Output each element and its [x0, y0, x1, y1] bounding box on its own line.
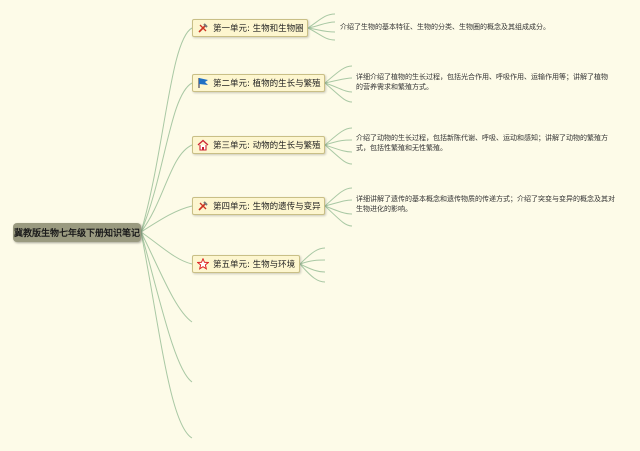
unit-4-label: 第四单元: 生物的遗传与变异 [213, 202, 321, 212]
branch-unit-2 [140, 82, 193, 233]
unit-1-description: 介绍了生物的基本特征、生物的分类、生物圈的概念及其组成成分。 [340, 23, 550, 31]
flag-icon [197, 77, 209, 89]
branch-unit-1 [140, 27, 193, 233]
unit-5-label: 第五单元: 生物与环境 [213, 260, 296, 270]
branch-empty-1 [140, 231, 193, 323]
unit-3-description: 介绍了动物的生长过程，包括新陈代谢、呼吸、运动和感知；讲解了动物的繁殖方式，包括… [356, 134, 608, 152]
branch-unit-3 [140, 144, 193, 233]
unit-3-label: 第三单元: 动物的生长与繁殖 [213, 141, 321, 151]
branch-empty-3 [140, 231, 193, 439]
root-topic[interactable]: 冀教版生物七年级下册知识笔记 [13, 223, 141, 242]
tools-icon [197, 200, 209, 212]
root-topic-label: 冀教版生物七年级下册知识笔记 [13, 229, 140, 239]
unit-2-description: 详细介绍了植物的生长过程，包括光合作用、呼吸作用、运输作用等；讲解了植物的营养需… [356, 73, 608, 91]
unit-3-node[interactable]: 第三单元: 动物的生长与繁殖 [192, 136, 325, 154]
unit-2-node[interactable]: 第二单元: 植物的生长与繁殖 [192, 74, 325, 92]
tools-icon [197, 22, 209, 34]
home-icon [197, 139, 209, 151]
unit-2-label: 第二单元: 植物的生长与繁殖 [213, 79, 321, 89]
unit-5-node[interactable]: 第五单元: 生物与环境 [192, 255, 300, 273]
branch-empty-2 [140, 231, 193, 383]
unit-1-node[interactable]: 第一单元: 生物和生物圈 [192, 19, 308, 37]
unit-1-label: 第一单元: 生物和生物圈 [213, 24, 304, 34]
star-icon [197, 258, 209, 270]
unit-4-node[interactable]: 第四单元: 生物的遗传与变异 [192, 197, 325, 215]
unit-4-description: 详细讲解了遗传的基本概念和遗传物质的传递方式；介绍了突变与变异的概念及其对生物进… [356, 195, 615, 213]
